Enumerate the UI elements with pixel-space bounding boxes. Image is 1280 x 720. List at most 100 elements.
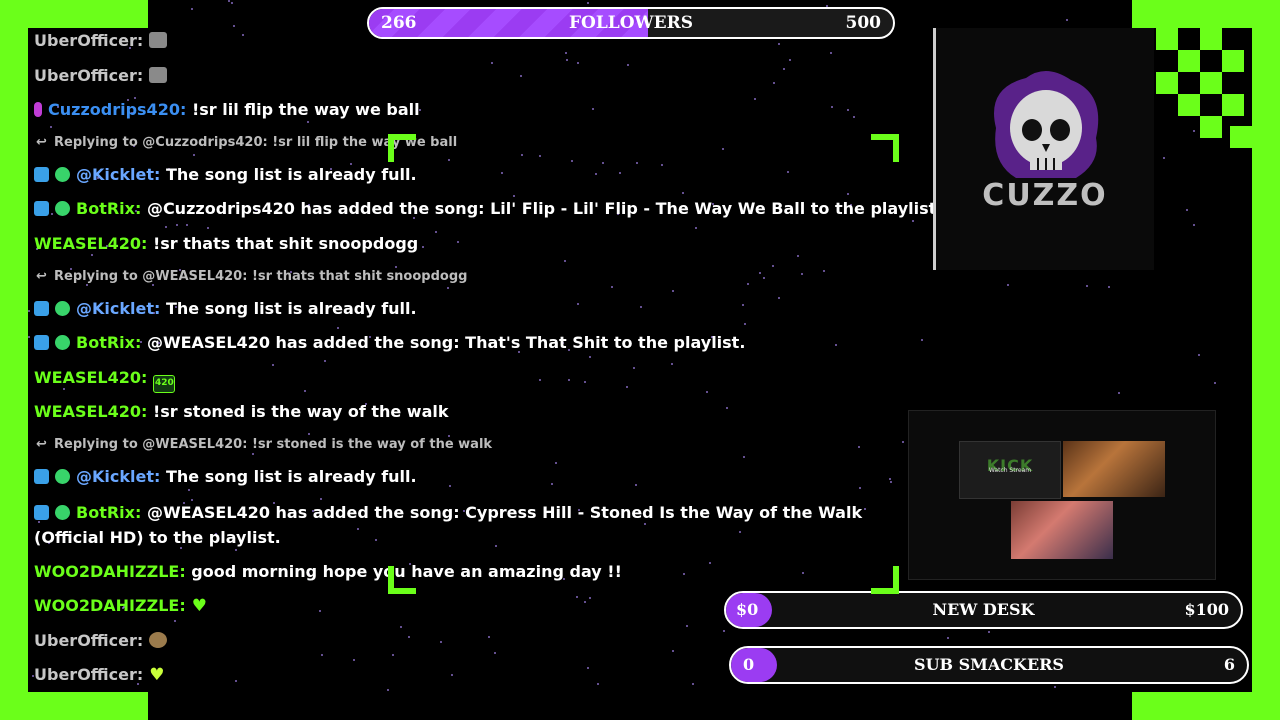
- chat-username: Cuzzodrips420:: [48, 100, 187, 120]
- corner-bracket: [388, 134, 416, 162]
- webcam-panel: KICK Watch Stream: [908, 410, 1216, 580]
- chat-username: UberOfficer:: [34, 665, 144, 685]
- chat-message: Cuzzodrips420: !sr lil flip the way we b…: [34, 93, 914, 128]
- star: [1066, 19, 1068, 21]
- corner-bracket: [871, 134, 899, 162]
- kick-stream-thumbnail: KICK Watch Stream: [959, 441, 1061, 499]
- star: [231, 2, 233, 4]
- chat-text: !sr thats that shit snoopdogg: [152, 233, 419, 253]
- chat-message: @Kicklet: The song list is already full.: [34, 460, 914, 495]
- chat-username: UberOfficer:: [34, 31, 144, 50]
- corner-bracket: [388, 566, 416, 594]
- green-heart-emote-icon: ♥: [191, 596, 207, 617]
- chat-username: @Kicklet:: [76, 164, 161, 184]
- star: [1086, 285, 1088, 287]
- pixel-decoration: [1140, 28, 1252, 148]
- chat-text: The song list is already full.: [165, 466, 417, 486]
- reply-reference: Replying to @WEASEL420: !sr thats that s…: [34, 262, 914, 292]
- heart-emote-icon: ♥: [149, 665, 165, 686]
- star: [228, 0, 230, 2]
- bot-badge-icon: [34, 166, 49, 182]
- chat-text: The song list is already full.: [165, 164, 417, 184]
- green-frame-left: [0, 0, 28, 720]
- star: [1108, 286, 1110, 288]
- goal-target: 6: [1223, 655, 1235, 674]
- chat-text: @WEASEL420 has added the song: That's Th…: [146, 333, 746, 353]
- chat-username: WEASEL420:: [34, 233, 148, 253]
- goal-label: NEW DESK: [932, 600, 1035, 619]
- bot-badge-icon: [34, 504, 49, 520]
- chat-message: WEASEL420: !sr thats that shit snoopdogg: [34, 227, 914, 262]
- bot-badge-icon: [34, 335, 49, 351]
- chat-message: WEASEL420: 420: [34, 361, 914, 396]
- coffee-emote-icon: [149, 66, 168, 83]
- star: [587, 2, 589, 4]
- star: [1118, 392, 1120, 394]
- reply-reference: Replying to @WEASEL420: !sr stoned is th…: [34, 430, 914, 460]
- chat-username: WOO2DAHIZZLE:: [34, 596, 186, 616]
- chat-username: BotRix:: [76, 333, 142, 353]
- chat-message: BotRix: @WEASEL420 has added the song: C…: [34, 495, 914, 555]
- star: [1054, 686, 1056, 688]
- chat-message: UberOfficer:: [34, 59, 914, 94]
- star: [988, 631, 990, 633]
- chat-text: @Cuzzodrips420 has added the song: Lil' …: [146, 199, 943, 219]
- bot-badge-icon: [34, 300, 49, 316]
- star: [1198, 354, 1200, 356]
- green-frame-top-right: [1132, 0, 1280, 28]
- followers-title: FOLLOWERS: [568, 13, 694, 33]
- watch-stream-label: Watch Stream: [988, 467, 1032, 474]
- chat-text: @WEASEL420 has added the song: Cypress H…: [34, 502, 863, 547]
- chat-text: !sr lil flip the way we ball: [191, 100, 420, 120]
- verified-badge-icon: [55, 468, 70, 484]
- star: [191, 8, 193, 10]
- chat-message: BotRix: @Cuzzodrips420 has added the son…: [34, 192, 942, 227]
- chat-message: WEASEL420: !sr stoned is the way of the …: [34, 395, 914, 430]
- chat-username: @Kicklet:: [76, 298, 161, 318]
- followers-target: 500: [845, 13, 882, 33]
- reply-reference: Replying to @Cuzzodrips420: !sr lil flip…: [34, 128, 914, 158]
- chat-message: WOO2DAHIZZLE: good morning hope you have…: [34, 555, 914, 590]
- star: [1186, 209, 1188, 211]
- chat-username: BotRix:: [76, 502, 142, 522]
- goal-label: SUB SMACKERS: [914, 655, 1064, 674]
- chat-username: WEASEL420:: [34, 402, 148, 422]
- bot-badge-icon: [34, 201, 49, 217]
- viking-emote-icon: [149, 631, 168, 648]
- new-desk-goal-bar: $0 NEW DESK $100: [724, 591, 1243, 629]
- chat-text: !sr stoned is the way of the walk: [152, 402, 449, 422]
- verified-badge-icon: [55, 335, 70, 351]
- goal-target: $100: [1184, 600, 1229, 619]
- verified-badge-icon: [55, 166, 70, 182]
- channel-logo-panel: CUZZO: [933, 28, 1154, 270]
- star: [28, 336, 30, 338]
- chat-username: WEASEL420:: [34, 367, 148, 387]
- chat-message: @Kicklet: The song list is already full.: [34, 158, 914, 193]
- camera-thumbnail: [1063, 441, 1165, 497]
- star: [1214, 382, 1216, 384]
- chat-username: @Kicklet:: [76, 466, 161, 486]
- green-frame-bottom-right: [1132, 692, 1280, 720]
- chat-text: The song list is already full.: [165, 298, 417, 318]
- coffee-emote-icon: [149, 32, 168, 48]
- chat-message: @Kicklet: The song list is already full.: [34, 292, 914, 327]
- emote-420-icon: 420: [153, 374, 176, 393]
- microphone-badge-icon: [34, 102, 42, 118]
- verified-badge-icon: [55, 300, 70, 316]
- star: [28, 310, 30, 312]
- sub-smackers-goal-bar: 0 SUB SMACKERS 6: [729, 646, 1249, 684]
- followers-goal-bar: 266 FOLLOWERS 500: [367, 7, 895, 39]
- chat-username: BotRix:: [76, 199, 142, 219]
- star: [1193, 224, 1195, 226]
- star: [947, 637, 949, 639]
- green-frame-bottom-left: [0, 692, 148, 720]
- bot-badge-icon: [34, 468, 49, 484]
- star: [921, 339, 923, 341]
- chat-message: BotRix: @WEASEL420 has added the song: T…: [34, 326, 914, 361]
- verified-badge-icon: [55, 504, 70, 520]
- green-frame-right: [1252, 0, 1280, 720]
- star: [1163, 157, 1165, 159]
- chat-username: WOO2DAHIZZLE:: [34, 561, 186, 581]
- chat-username: UberOfficer:: [34, 630, 144, 650]
- chat-username: UberOfficer:: [34, 65, 144, 85]
